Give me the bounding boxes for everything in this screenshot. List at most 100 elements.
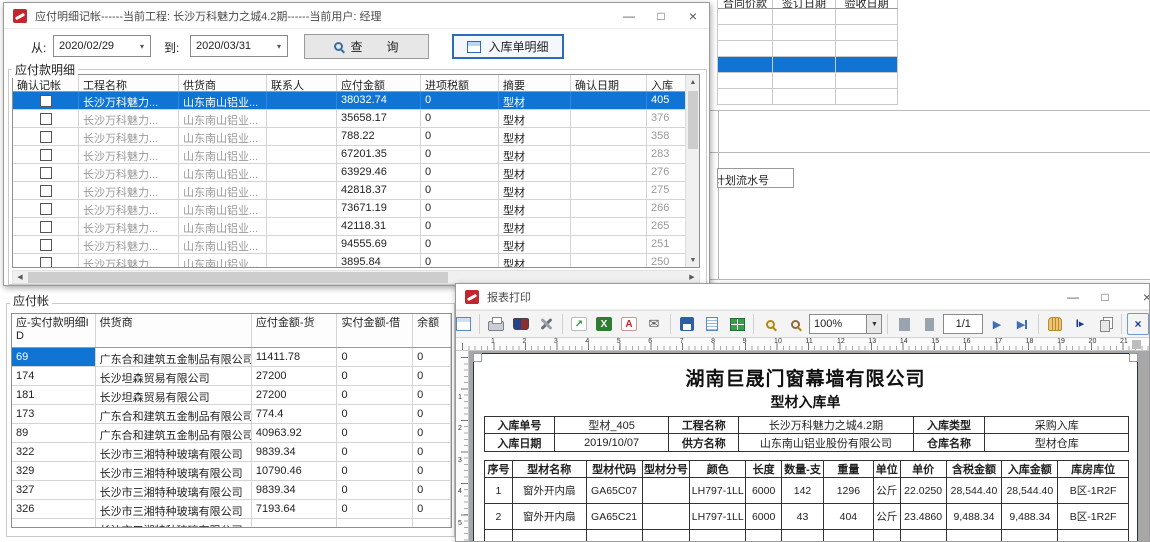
from-date-picker[interactable]: 2020/02/29 ▾	[53, 35, 151, 57]
last-page-button[interactable]: ▶	[1011, 313, 1033, 335]
contract-col-header[interactable]: 合同价款	[718, 0, 773, 8]
table-row[interactable]: 329长沙市三湘特种玻璃有限公司10790.4600	[12, 462, 451, 481]
scroll-up-icon[interactable]: ▲	[686, 75, 700, 89]
confirm-checkbox[interactable]	[40, 113, 52, 125]
column-header[interactable]: 余额	[413, 314, 451, 347]
grid-export-button[interactable]	[726, 313, 748, 335]
zoom-in-button[interactable]	[759, 313, 781, 335]
table-row[interactable]: 长沙万科魅力...山东南山铝业...42818.370型材275	[13, 182, 699, 200]
column-header[interactable]: 入库	[647, 75, 687, 91]
zoom-combobox[interactable]: 100% ▼	[809, 314, 882, 334]
table-row[interactable]	[718, 41, 898, 57]
chevron-down-icon[interactable]: ▾	[271, 42, 287, 51]
table-row[interactable]	[718, 25, 898, 41]
chevron-down-icon[interactable]: ▾	[134, 42, 150, 51]
save-button[interactable]	[676, 313, 698, 335]
confirm-checkbox[interactable]	[40, 221, 52, 233]
report-titlebar[interactable]: 报表打印	[456, 284, 1149, 310]
column-header[interactable]: 应付金额	[337, 75, 421, 91]
vertical-scrollbar[interactable]: ▲ ▼	[685, 75, 699, 267]
table-row[interactable]: 181长沙坦森贸易有限公司2720000	[12, 386, 451, 405]
export-pdf-button[interactable]: A	[618, 313, 640, 335]
table-row[interactable]: 89广东合和建筑五金制品有限公司40963.9200	[12, 424, 451, 443]
maximize-button[interactable]: □	[645, 3, 677, 28]
table-row[interactable]: 长沙万科魅力...山东南山铝业...73671.190型材266	[13, 200, 699, 218]
close-button[interactable]: ×	[1131, 284, 1150, 309]
scroll-left-icon[interactable]: ◀	[13, 271, 27, 283]
table-row[interactable]	[718, 73, 898, 89]
confirm-checkbox[interactable]	[40, 95, 52, 107]
contract-col-header[interactable]: 签订日期	[773, 0, 836, 8]
page-setup-button[interactable]	[701, 313, 723, 335]
table-row[interactable]: 长沙万科魅力...山东南山铝业...38032.740型材405	[13, 92, 699, 110]
scrollbar-thumb[interactable]	[28, 272, 448, 283]
first-page-button[interactable]: ◀	[893, 313, 915, 335]
table-row[interactable]	[718, 57, 898, 73]
minimize-button[interactable]: —	[1057, 284, 1089, 309]
column-header[interactable]: 实付金额-借	[337, 314, 413, 347]
scrollbar-thumb[interactable]	[688, 91, 698, 149]
confirm-checkbox[interactable]	[40, 203, 52, 215]
page-indicator[interactable]: 1/1	[943, 314, 983, 334]
printer-setup-button[interactable]	[535, 313, 557, 335]
maximize-button[interactable]: □	[1089, 284, 1121, 309]
close-preview-button[interactable]: ×	[1127, 313, 1149, 335]
design-view-button[interactable]	[455, 313, 474, 335]
table-row[interactable]: 327长沙市三湘特种玻璃有限公司9839.3400	[12, 481, 451, 500]
column-header[interactable]: 应-实付款明细ID	[12, 314, 96, 347]
table-row[interactable]: 长沙万科魅力...山东南山铝业...35658.170型材376	[13, 110, 699, 128]
table-row[interactable]: 长沙万科魅力...山东南山铝业...67201.350型材283	[13, 146, 699, 164]
scroll-down-icon[interactable]: ▼	[686, 253, 700, 267]
prev-page-button[interactable]: ◀	[918, 313, 940, 335]
print-button[interactable]	[485, 313, 507, 335]
table-row[interactable]	[718, 9, 898, 25]
column-header[interactable]: 工程名称	[79, 75, 179, 91]
table-row[interactable]: 长沙万科魅力...山东南山铝业...3895.840型材250	[13, 254, 699, 268]
table-row[interactable]: 174长沙坦森贸易有限公司2720000	[12, 367, 451, 386]
plan-serial-field[interactable]: 计划流水号	[717, 168, 794, 188]
query-button[interactable]: 查 询	[304, 34, 429, 59]
table-row[interactable]: 326长沙市三湘特种玻璃有限公司7193.6400	[12, 500, 451, 519]
table-row[interactable]: 长沙万科魅力...山东南山铝业...788.220型材358	[13, 128, 699, 146]
print-preview-area[interactable]: 湖南巨晟门窗幕墙有限公司 型材入库单 入库单号型材_405工程名称长沙万科魅力之…	[469, 351, 1149, 541]
column-header[interactable]: 进项税额	[421, 75, 499, 91]
confirm-checkbox[interactable]	[40, 239, 52, 251]
pan-tool-button[interactable]	[1044, 313, 1066, 335]
column-header[interactable]: 供货商	[179, 75, 267, 91]
contract-col-header[interactable]: 验收日期	[836, 0, 898, 8]
text-select-button[interactable]: I▶	[1069, 313, 1091, 335]
horizontal-scrollbar[interactable]: ◀ ▶	[12, 270, 700, 284]
minimize-button[interactable]: —	[613, 3, 645, 28]
confirm-checkbox[interactable]	[40, 131, 52, 143]
preview-book-button[interactable]	[510, 313, 532, 335]
table-row[interactable]	[718, 89, 898, 105]
email-button[interactable]: ✉	[643, 313, 665, 335]
next-page-button[interactable]: ▶	[986, 313, 1008, 335]
payable-detail-titlebar[interactable]: 应付明细记帐------当前工程: 长沙万科魅力之城4.2期------当前用户…	[4, 3, 709, 29]
chevron-down-icon[interactable]: ▼	[866, 315, 881, 333]
table-row[interactable]: 长沙万科魅力...山东南山铝业...63929.460型材276	[13, 164, 699, 182]
column-header[interactable]: 确认日期	[571, 75, 647, 91]
export-button[interactable]: ↗	[568, 313, 590, 335]
table-row[interactable]: 322长沙市三湘特种玻璃有限公司9839.3400	[12, 443, 451, 462]
confirm-checkbox[interactable]	[40, 257, 52, 268]
confirm-checkbox[interactable]	[40, 149, 52, 161]
column-header[interactable]: 联系人	[267, 75, 337, 91]
confirm-checkbox[interactable]	[40, 185, 52, 197]
copy-pages-button[interactable]	[1094, 313, 1116, 335]
confirm-checkbox[interactable]	[40, 167, 52, 179]
table-row[interactable]: 69广东合和建筑五金制品有限公司11411.7800	[12, 348, 451, 367]
table-row[interactable]: 长沙万科魅力...山东南山铝业...94555.690型材251	[13, 236, 699, 254]
zoom-out-button[interactable]	[784, 313, 806, 335]
column-header[interactable]: 摘要	[499, 75, 571, 91]
scroll-right-icon[interactable]: ▶	[685, 271, 699, 283]
export-excel-button[interactable]: X	[593, 313, 615, 335]
inbound-detail-button[interactable]: 入库单明细	[452, 34, 564, 59]
column-header[interactable]: 应付金额-货	[252, 314, 338, 347]
close-button[interactable]: ×	[677, 3, 709, 28]
to-date-picker[interactable]: 2020/03/31 ▾	[190, 35, 288, 57]
table-row[interactable]: 173广东合和建筑五金制品有限公司774.400	[12, 405, 451, 424]
table-row[interactable]: 长沙万科魅力...山东南山铝业...42118.310型材265	[13, 218, 699, 236]
table-row[interactable]: 长沙市三湘特种玻璃有限公司	[12, 519, 451, 528]
column-header[interactable]: 供货商	[96, 314, 252, 347]
